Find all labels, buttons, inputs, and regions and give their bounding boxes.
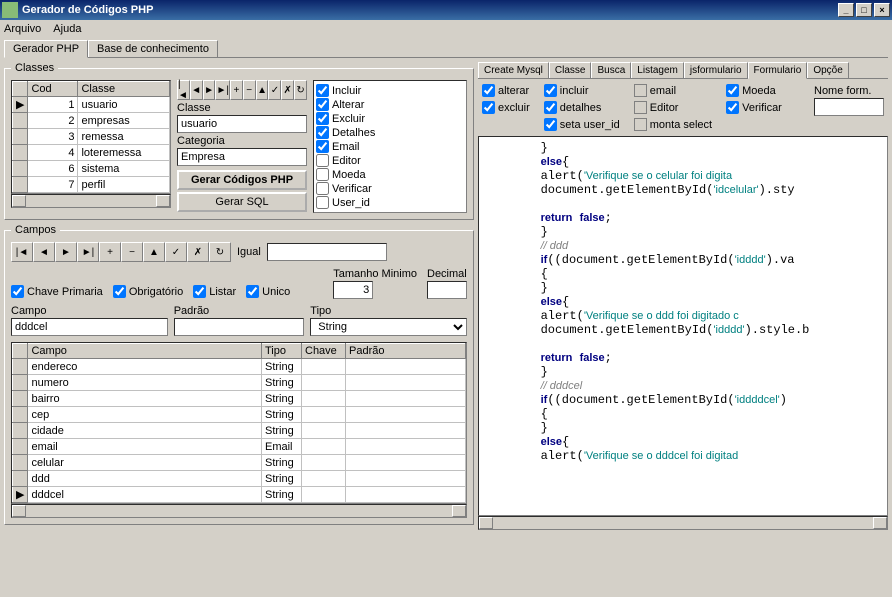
minimize-button[interactable]: _ [838, 3, 854, 17]
tab-formulario[interactable]: Formulario [748, 62, 808, 79]
nav-refresh-icon[interactable]: ↻ [294, 80, 307, 100]
check-alterar[interactable] [482, 84, 495, 97]
nav-last-icon[interactable]: ►| [215, 80, 230, 100]
check-excluir[interactable] [316, 112, 329, 125]
decimal-input[interactable] [427, 281, 467, 299]
titlebar: Gerador de Códigos PHP _ □ × [0, 0, 892, 20]
formulario-options: alterar incluir email Moeda excluir deta… [478, 79, 888, 136]
check-user-id[interactable] [316, 196, 329, 209]
igual-input[interactable] [267, 243, 387, 261]
close-button[interactable]: × [874, 3, 890, 17]
check-verificar[interactable] [726, 101, 739, 114]
check-obrigatorio[interactable] [113, 285, 126, 298]
check-seta-user-id[interactable] [544, 118, 557, 131]
nav-add-icon[interactable]: + [99, 242, 121, 262]
tab-busca[interactable]: Busca [591, 62, 631, 78]
nome-form-input[interactable] [814, 98, 884, 116]
right-tabs: Create Mysql Classe Busca Listagem jsfor… [478, 62, 888, 79]
nav-add-icon[interactable]: + [230, 80, 243, 100]
categoria-label: Categoria [177, 135, 307, 147]
campo-input[interactable] [11, 318, 168, 336]
nav-first-icon[interactable]: |◄ [11, 242, 33, 262]
nav-cancel-icon[interactable]: ✗ [187, 242, 209, 262]
check-editor[interactable] [634, 101, 647, 114]
tab-create-mysql[interactable]: Create Mysql [478, 62, 549, 78]
tab-opcoes[interactable]: Opçõe [807, 62, 848, 78]
nav-delete-icon[interactable]: − [243, 80, 256, 100]
tipo-select[interactable]: String [310, 318, 467, 336]
code-scrollbar[interactable] [478, 516, 888, 530]
campos-grid[interactable]: CampoTipoChavePadrão enderecoString nume… [11, 342, 467, 504]
nav-cancel-icon[interactable]: ✗ [281, 80, 294, 100]
categoria-input[interactable] [177, 148, 307, 166]
classes-navigator: |◄ ◄ ► ►| + − ▲ ✓ ✗ ↻ [177, 80, 307, 100]
nav-refresh-icon[interactable]: ↻ [209, 242, 231, 262]
nav-post-icon[interactable]: ✓ [268, 80, 281, 100]
classes-grid[interactable]: CodClasse ▶1usuario 2empresas 3remessa 4… [11, 80, 171, 194]
check-monta-select[interactable] [634, 118, 647, 131]
campos-group: Campos |◄ ◄ ► ►| + − ▲ ✓ ✗ ↻ Igual C [4, 224, 474, 525]
tab-gerador-php[interactable]: Gerador PHP [4, 40, 88, 58]
padrao-input[interactable] [174, 318, 305, 336]
classes-scrollbar[interactable] [11, 194, 171, 208]
check-chave-primaria[interactable] [11, 285, 24, 298]
nav-next-icon[interactable]: ► [55, 242, 77, 262]
check-unico[interactable] [246, 285, 259, 298]
code-viewer[interactable]: } else{ alert('Verifique se o celular fo… [478, 136, 888, 516]
row-indicator: ▶ [13, 97, 28, 113]
maximize-button[interactable]: □ [856, 3, 872, 17]
check-detalhes[interactable] [544, 101, 557, 114]
app-icon [2, 2, 18, 18]
check-moeda[interactable] [726, 84, 739, 97]
nav-prev-icon[interactable]: ◄ [190, 80, 203, 100]
col-cod[interactable]: Cod [28, 82, 78, 97]
col-classe[interactable]: Classe [78, 82, 170, 97]
campos-navigator: |◄ ◄ ► ►| + − ▲ ✓ ✗ ↻ [11, 242, 231, 262]
igual-label: Igual [237, 246, 261, 258]
classes-legend: Classes [11, 62, 58, 74]
classes-group: Classes CodClasse ▶1usuario 2empresas 3r… [4, 62, 474, 220]
check-email[interactable] [316, 140, 329, 153]
check-detalhes[interactable] [316, 126, 329, 139]
check-incluir[interactable] [316, 84, 329, 97]
tamanho-input[interactable] [333, 281, 373, 299]
nav-edit-icon[interactable]: ▲ [256, 80, 269, 100]
menu-ajuda[interactable]: Ajuda [53, 23, 81, 35]
tab-base-conhecimento[interactable]: Base de conhecimento [88, 40, 218, 57]
classe-input[interactable] [177, 115, 307, 133]
nav-first-icon[interactable]: |◄ [177, 80, 190, 100]
gerar-codigos-button[interactable]: Gerar Códigos PHP [177, 170, 307, 190]
check-incluir[interactable] [544, 84, 557, 97]
check-editor[interactable] [316, 154, 329, 167]
check-alterar[interactable] [316, 98, 329, 111]
tab-jsformulario[interactable]: jsformulario [684, 62, 748, 78]
tab-classe[interactable]: Classe [549, 62, 592, 78]
check-excluir[interactable] [482, 101, 495, 114]
nav-edit-icon[interactable]: ▲ [143, 242, 165, 262]
main-tabs: Gerador PHP Base de conhecimento [4, 40, 888, 58]
window-title: Gerador de Códigos PHP [22, 4, 153, 16]
nav-prev-icon[interactable]: ◄ [33, 242, 55, 262]
campos-legend: Campos [11, 224, 60, 236]
check-listar[interactable] [193, 285, 206, 298]
nav-last-icon[interactable]: ►| [77, 242, 99, 262]
campos-scrollbar[interactable] [11, 504, 467, 518]
tab-listagem[interactable]: Listagem [631, 62, 684, 78]
gerar-sql-button[interactable]: Gerar SQL [177, 192, 307, 212]
classe-label: Classe [177, 102, 307, 114]
nav-delete-icon[interactable]: − [121, 242, 143, 262]
check-moeda[interactable] [316, 168, 329, 181]
check-email[interactable] [634, 84, 647, 97]
menu-arquivo[interactable]: Arquivo [4, 23, 41, 35]
nav-next-icon[interactable]: ► [203, 80, 216, 100]
menubar: Arquivo Ajuda [0, 20, 892, 38]
check-verificar[interactable] [316, 182, 329, 195]
nav-post-icon[interactable]: ✓ [165, 242, 187, 262]
